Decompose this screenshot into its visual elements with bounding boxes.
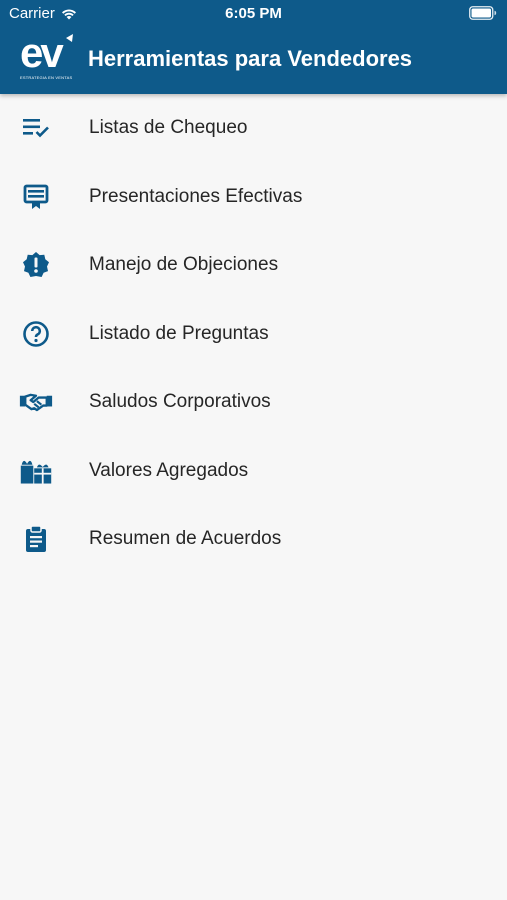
menu-item-valores-agregados[interactable]: Valores Agregados (0, 437, 507, 506)
menu-item-saludos-corporativos[interactable]: Saludos Corporativos (0, 368, 507, 437)
logo-subtext: ESTRATEGIA EN VENTAS (20, 75, 73, 80)
app-bar: Carrier 6:05 PM ev ESTRATEGIA EN VENTAS (0, 0, 507, 94)
battery-icon (469, 6, 497, 20)
alert-badge-icon (19, 250, 53, 280)
help-circle-icon (19, 319, 53, 349)
menu-item-listas-de-chequeo[interactable]: Listas de Chequeo (0, 94, 507, 163)
menu-item-label: Listado de Preguntas (89, 322, 269, 344)
menu-item-label: Valores Agregados (89, 459, 249, 481)
checklist-icon (19, 113, 53, 143)
menu-item-manejo-de-objeciones[interactable]: Manejo de Objeciones (0, 231, 507, 300)
menu-item-label: Presentaciones Efectivas (89, 185, 303, 207)
handshake-icon (19, 387, 53, 417)
presentation-icon (19, 182, 53, 212)
brand-logo: ev ESTRATEGIA EN VENTAS (20, 29, 80, 84)
screen: Carrier 6:05 PM ev ESTRATEGIA EN VENTAS (0, 0, 507, 900)
gifts-icon (19, 456, 53, 486)
svg-text:ev: ev (20, 34, 64, 74)
status-time: 6:05 PM (225, 5, 282, 22)
menu-item-label: Manejo de Objeciones (89, 254, 279, 276)
menu-item-resumen-de-acuerdos[interactable]: Resumen de Acuerdos (0, 505, 507, 574)
menu-item-label: Resumen de Acuerdos (89, 528, 282, 550)
clipboard-icon (19, 524, 53, 554)
page-title: Herramientas para Vendedores (88, 46, 413, 71)
menu-item-label: Listas de Chequeo (89, 117, 248, 139)
menu-item-label: Saludos Corporativos (89, 391, 271, 413)
menu-item-listado-de-preguntas[interactable]: Listado de Preguntas (0, 300, 507, 369)
menu-item-presentaciones-efectivas[interactable]: Presentaciones Efectivas (0, 163, 507, 232)
status-bar: Carrier 6:05 PM (0, 0, 507, 28)
menu-list: Listas de Chequeo Presentaciones Efectiv… (0, 94, 507, 574)
ev-logo-icon: ev (20, 29, 73, 76)
